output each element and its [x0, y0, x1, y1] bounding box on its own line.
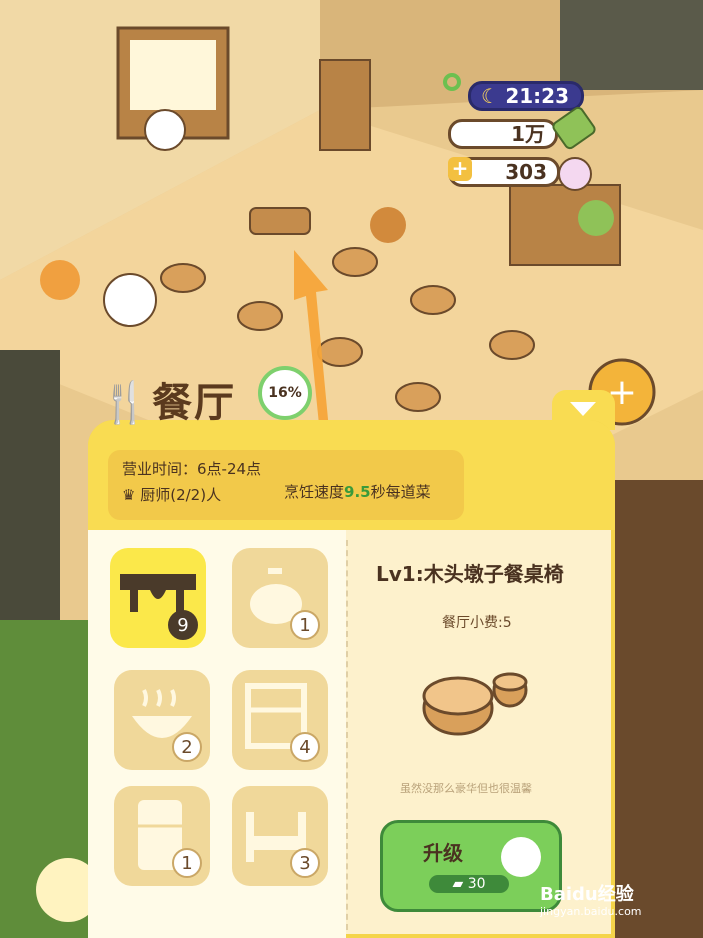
moon-icon: ☾: [481, 84, 499, 108]
category-count: 2: [172, 732, 202, 762]
category-count: 1: [290, 610, 320, 640]
item-tip: 餐厅小费:5: [442, 615, 512, 631]
upgrade-label: 升级: [423, 841, 463, 865]
watermark-brand: Baidu经验: [540, 884, 634, 905]
pearl-icon: [558, 157, 592, 191]
wood-icon: ▰: [452, 876, 464, 892]
clock-time: 21:23: [505, 84, 569, 108]
category-fridge[interactable]: 1: [114, 786, 210, 886]
progress-value: 16%: [268, 385, 302, 401]
watermark-url: jingyan.baidu.com: [540, 905, 642, 918]
cook-speed: 烹饪速度9.5秒每道菜: [284, 484, 464, 500]
coin-value: 1万: [511, 122, 545, 146]
panel-title: 🍴餐厅: [100, 370, 236, 428]
panel-title-text: 餐厅: [152, 380, 236, 426]
category-count: 9: [168, 610, 198, 640]
fork-knife-icon: 🍴: [100, 380, 152, 426]
cook-speed-suffix: 秒每道菜: [370, 483, 431, 501]
business-hours: 营业时间：6点-24点: [122, 460, 262, 478]
chef-hat-icon: ♛: [122, 486, 136, 504]
category-count: 1: [172, 848, 202, 878]
item-description: 虽然没那么豪华但也很温馨: [400, 782, 532, 795]
clock-display: ☾ 21:23: [468, 81, 584, 111]
stump-table-icon: [422, 672, 528, 736]
gem-value: 303: [505, 160, 547, 184]
info-box: 营业时间：6点-24点 ♛ 厨师(2/2)人 烹饪速度9.5秒每道菜: [108, 450, 464, 520]
category-count: 4: [290, 732, 320, 762]
progress-ring: 16%: [258, 366, 312, 420]
refresh-icon[interactable]: [443, 73, 461, 91]
upgrade-button[interactable]: 升级 ▰ 30: [380, 820, 562, 912]
chevron-down-icon: [570, 402, 596, 416]
upgrade-cost: ▰ 30: [429, 875, 509, 893]
coin-counter: 1万: [448, 119, 558, 149]
restaurant-panel: 🍴餐厅 16% 营业时间：6点-24点 ♛ 厨师(2/2)人 烹饪速度9.5秒每…: [88, 366, 615, 938]
cook-speed-prefix: 烹饪速度: [284, 483, 345, 501]
cook-speed-value: 9.5: [344, 483, 371, 501]
chef-count-text: 厨师(2/2)人: [140, 486, 222, 504]
add-gem-button[interactable]: +: [448, 157, 472, 181]
category-bed[interactable]: 3: [232, 786, 328, 886]
up-arrow-icon: [501, 837, 541, 877]
divider: [346, 540, 348, 930]
category-shelf[interactable]: 4: [232, 670, 328, 770]
category-table[interactable]: 9: [110, 548, 206, 648]
chef-count: ♛ 厨师(2/2)人: [122, 484, 221, 505]
upgrade-cost-value: 30: [467, 876, 486, 892]
category-steaming-pot[interactable]: 2: [114, 670, 210, 770]
category-count: 3: [290, 848, 320, 878]
item-title: Lv1:木头墩子餐桌椅: [376, 562, 564, 586]
category-piggy-bank[interactable]: 1: [232, 548, 328, 648]
